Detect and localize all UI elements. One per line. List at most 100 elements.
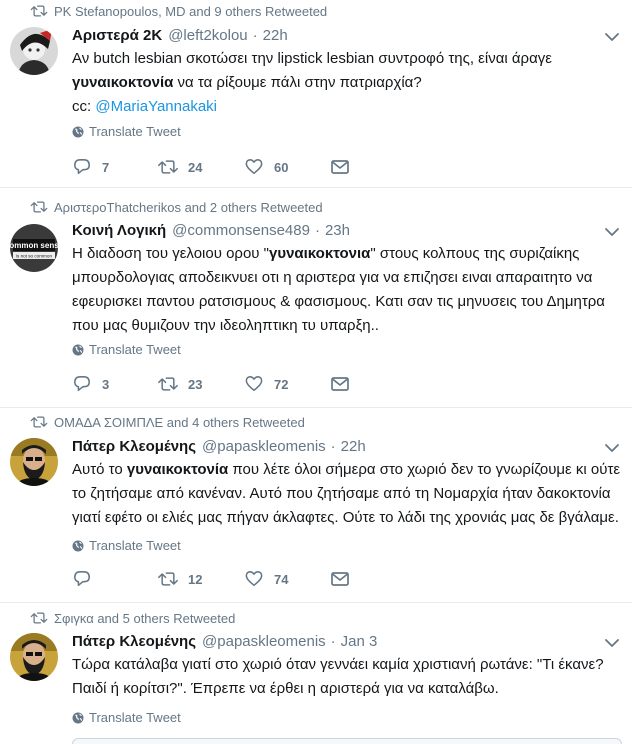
tweet-text-line: cc: @MariaYannakaki [72,95,622,119]
author-handle[interactable]: @papaskleomenis [202,633,326,650]
retweet-button[interactable]: 24 [158,158,244,176]
avatar[interactable] [10,438,58,486]
retweet-count: 23 [188,376,203,392]
globe-icon [72,344,84,356]
author-name[interactable]: Κοινή Λογική [72,222,166,239]
tweet-actions: 3 23 72 [72,374,416,394]
like-button[interactable]: 60 [244,158,330,176]
retweet-context: ΑριστεροThatcherikos and 2 others Retwee… [54,199,323,215]
translate-tweet-link[interactable]: Translate Tweet [72,342,181,357]
retweet-icon [30,611,48,625]
chevron-down-icon[interactable] [604,442,620,454]
tweet-text-line: γυναικοκτονία να τα ρίξουμε πάλι στην πα… [72,71,622,95]
reply-icon [72,570,92,588]
chevron-down-icon[interactable] [604,637,620,649]
tweet-actions: 12 74 [72,569,416,589]
chevron-down-icon[interactable] [604,31,620,43]
reply-button[interactable]: 3 [72,375,158,393]
tweet-4[interactable]: Σφιγκα and 5 others Retweeted Πάτερ Κλεο… [0,603,632,744]
reply-button[interactable] [72,570,158,588]
tweet-actions: 7 24 60 [72,157,416,177]
chevron-down-icon[interactable] [604,226,620,238]
globe-icon [72,712,84,724]
retweet-icon [30,4,48,18]
heart-icon [244,570,264,588]
envelope-icon [330,570,350,588]
retweet-button[interactable]: 23 [158,375,244,393]
reply-count: 7 [102,159,110,175]
tweet-header: Αριστερά 2Κ @left2kolou · 22h [72,27,288,47]
embedded-media-preview[interactable] [72,738,622,744]
reply-count: 3 [102,376,110,392]
like-count: 74 [274,571,289,587]
author-name[interactable]: Αριστερά 2Κ [72,27,162,44]
tweet-3[interactable]: ΟΜΑΔΑ ΣΟΙΜΠΛΕ and 4 others Retweeted Πάτ… [0,408,632,603]
globe-icon [72,540,84,552]
tweet-header: Πάτερ Κλεομένης @papaskleomenis · 22h [72,438,366,458]
heart-icon [244,158,264,176]
tweet-time[interactable]: 23h [325,222,350,239]
retweet-context: Σφιγκα and 5 others Retweeted [54,610,235,626]
avatar-logo-text: common sense [10,241,58,250]
tweet-text: Τώρα κατάλαβα γιατί στο χωριό όταν γεννά… [72,656,604,697]
retweet-context-text[interactable]: ΟΜΑΔΑ ΣΟΙΜΠΛΕ and 4 others Retweeted [54,415,305,430]
retweet-context-text[interactable]: ΑριστεροThatcherikos and 2 others Retwee… [54,200,323,215]
direct-message-button[interactable] [330,375,416,393]
author-handle[interactable]: @commonsense489 [172,222,310,239]
like-button[interactable]: 72 [244,375,330,393]
tweet-text-part: Η διαδοση του γελοιου ορου " [72,245,269,262]
tweet-text-rest: να τα ρίξουμε πάλι στην πατριαρχία? [173,74,422,91]
retweet-context-text[interactable]: Σφιγκα and 5 others Retweeted [54,611,235,626]
tweet-text-line: Αν butch lesbian σκοτώσει την lipstick l… [72,50,552,67]
separator-dot: · [252,27,258,44]
like-button[interactable]: 74 [244,570,330,588]
retweet-count: 24 [188,159,203,175]
highlighted-term: γυναικοκτονία [126,461,229,478]
tweet-time[interactable]: 22h [341,438,366,455]
tweet-time[interactable]: 22h [263,27,288,44]
tweet-2[interactable]: ΑριστεροThatcherikos and 2 others Retwee… [0,188,632,408]
like-count: 60 [274,159,289,175]
author-name[interactable]: Πάτερ Κλεομένης [72,633,196,650]
tweet-text-part: Αυτό το [72,461,127,478]
retweet-icon [30,415,48,429]
avatar[interactable] [10,633,58,681]
translate-tweet-link[interactable]: Translate Tweet [72,710,181,725]
author-handle[interactable]: @left2kolou [168,27,247,44]
tweet-time[interactable]: Jan 3 [341,633,378,650]
retweet-icon [158,158,178,176]
retweet-context: ΟΜΑΔΑ ΣΟΙΜΠΛΕ and 4 others Retweeted [54,414,305,430]
reply-icon [72,158,92,176]
translate-tweet-link[interactable]: Translate Tweet [72,124,181,139]
direct-message-button[interactable] [330,158,416,176]
reply-button[interactable]: 7 [72,158,158,176]
translate-label[interactable]: Translate Tweet [89,538,181,553]
separator-dot: · [314,222,320,239]
separator-dot: · [330,633,336,650]
retweet-context-text[interactable]: PK Stefanopoulos, MD and 9 others Retwee… [54,4,327,19]
author-name[interactable]: Πάτερ Κλεομένης [72,438,196,455]
direct-message-button[interactable] [330,570,416,588]
cc-prefix: cc: [72,98,96,115]
like-count: 72 [274,376,289,392]
globe-icon [72,126,84,138]
translate-label[interactable]: Translate Tweet [89,710,181,725]
retweet-context: PK Stefanopoulos, MD and 9 others Retwee… [54,3,327,19]
translate-label[interactable]: Translate Tweet [89,342,181,357]
retweet-icon [158,375,178,393]
avatar[interactable]: common sense is not so common [10,224,58,272]
translate-tweet-link[interactable]: Translate Tweet [72,538,181,553]
tweet-header: Πάτερ Κλεομένης @papaskleomenis · Jan 3 [72,633,377,653]
highlighted-term: γυναικοκτονια [269,245,371,262]
reply-icon [72,375,92,393]
mention-link[interactable]: @MariaYannakaki [95,98,217,115]
translate-label[interactable]: Translate Tweet [89,124,181,139]
envelope-icon [330,158,350,176]
retweet-button[interactable]: 12 [158,570,244,588]
avatar[interactable] [10,27,58,75]
tweet-header: Κοινή Λογική @commonsense489 · 23h [72,222,350,242]
retweet-count: 12 [188,571,203,587]
author-handle[interactable]: @papaskleomenis [202,438,326,455]
tweet-text: Αυτό το γυναικοκτονία που λέτε όλοι σήμε… [72,458,622,530]
tweet-1[interactable]: PK Stefanopoulos, MD and 9 others Retwee… [0,0,632,188]
